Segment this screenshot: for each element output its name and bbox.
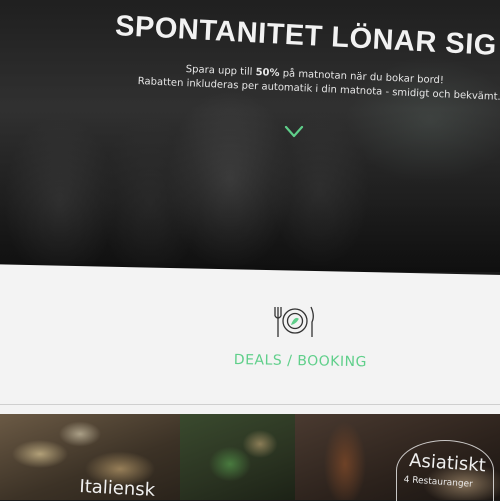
category-label-italiensk: Italiensk — [78, 476, 156, 501]
plate-cutlery-icon — [274, 306, 314, 337]
divider — [0, 404, 500, 405]
chevron-down-icon[interactable] — [284, 122, 304, 142]
hero-discount-value: 50% — [255, 67, 280, 80]
category-tile-2[interactable] — [180, 414, 295, 500]
deals-section — [0, 264, 500, 426]
section-heading[interactable]: DEALS / BOOKING — [234, 352, 367, 370]
